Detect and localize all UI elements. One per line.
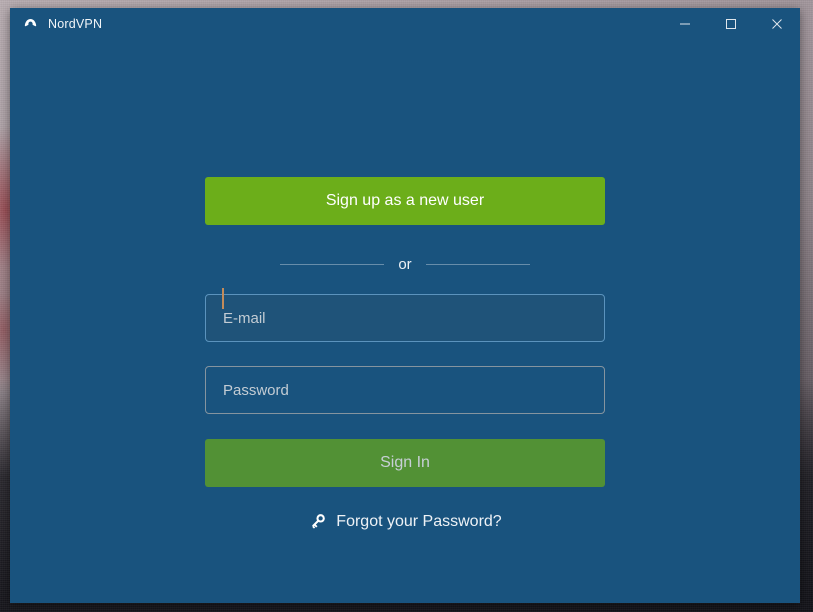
login-form: Sign up as a new user or Sign In xyxy=(205,177,605,531)
titlebar-branding: NordVPN xyxy=(10,16,102,33)
maximize-button[interactable] xyxy=(708,8,754,40)
nordvpn-logo-icon xyxy=(22,16,39,33)
forgot-password-label: Forgot your Password? xyxy=(336,512,502,530)
email-field-wrapper xyxy=(205,274,605,342)
divider-line-left xyxy=(280,263,385,265)
email-input[interactable] xyxy=(205,294,605,342)
sign-up-button[interactable]: Sign up as a new user xyxy=(205,177,605,225)
window-controls xyxy=(662,8,800,40)
nordvpn-app-window: NordVPN Sign up as a new user or E-mail … xyxy=(10,8,800,603)
key-icon xyxy=(308,512,327,531)
close-button[interactable] xyxy=(754,8,800,40)
password-input[interactable] xyxy=(205,366,605,414)
forgot-password-link[interactable]: Forgot your Password? xyxy=(205,512,605,531)
maximize-icon xyxy=(725,18,737,30)
login-content: Sign up as a new user or Sign In xyxy=(10,40,800,603)
or-label: or xyxy=(398,255,412,273)
divider-line-right xyxy=(425,263,530,265)
close-icon xyxy=(771,18,783,30)
minimize-button[interactable] xyxy=(662,8,708,40)
sign-in-button[interactable]: Sign In xyxy=(205,439,605,487)
minimize-icon xyxy=(679,18,691,30)
app-title: NordVPN xyxy=(48,17,103,31)
or-divider: or xyxy=(205,254,605,274)
window-titlebar[interactable]: NordVPN xyxy=(10,8,800,40)
